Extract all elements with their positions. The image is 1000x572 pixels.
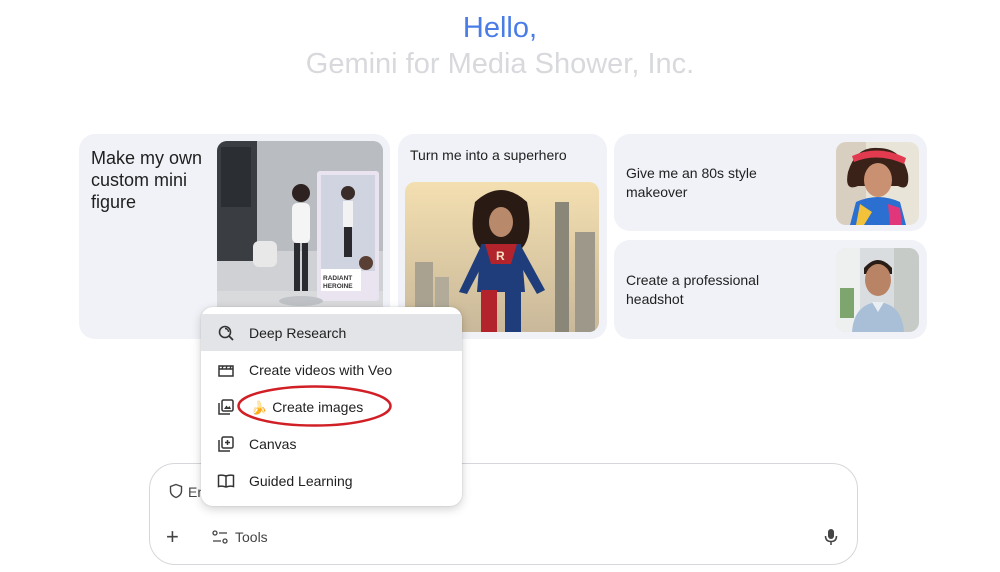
svg-text:R: R	[496, 249, 505, 263]
card-label: Make my own custom mini figure	[91, 148, 203, 212]
card-label: Create a professional headshot	[626, 272, 760, 307]
svg-text:HEROINE: HEROINE	[323, 283, 353, 290]
image-gallery-icon	[218, 399, 234, 415]
shield-icon	[169, 483, 183, 499]
clapperboard-icon	[218, 365, 234, 377]
80s-makeover-image	[836, 142, 919, 225]
menu-item-deep-research[interactable]: Deep Research	[201, 314, 462, 351]
tools-icon[interactable]	[212, 530, 228, 544]
deep-research-icon	[218, 325, 234, 341]
card-label: Give me an 80s style makeover	[626, 165, 757, 200]
plus-icon[interactable]: +	[166, 526, 179, 548]
microphone-icon[interactable]	[824, 528, 838, 546]
menu-item-label: Create videos with Veo	[249, 362, 393, 378]
canvas-icon	[218, 436, 234, 452]
annotation-circle	[237, 385, 392, 427]
menu-item-guided-learning[interactable]: Guided Learning	[201, 462, 462, 499]
card-label: Turn me into a superhero	[410, 147, 567, 163]
menu-item-label: Deep Research	[249, 325, 347, 341]
menu-item-label: Guided Learning	[249, 473, 353, 489]
menu-item-label: Canvas	[249, 436, 297, 452]
box-label: RADIANT	[323, 275, 352, 282]
menu-item-canvas[interactable]: Canvas	[201, 425, 462, 462]
tools-button[interactable]: Tools	[235, 529, 268, 545]
suggestion-card-80s-makeover[interactable]: Give me an 80s style makeover	[614, 134, 927, 231]
greeting-subtitle: Gemini for Media Shower, Inc.	[305, 48, 695, 80]
menu-item-create-videos[interactable]: Create videos with Veo	[201, 351, 462, 388]
greeting-hello: Hello,	[462, 12, 538, 44]
open-book-icon	[217, 474, 235, 488]
headshot-image	[836, 248, 919, 332]
suggestion-card-headshot[interactable]: Create a professional headshot	[614, 240, 927, 339]
